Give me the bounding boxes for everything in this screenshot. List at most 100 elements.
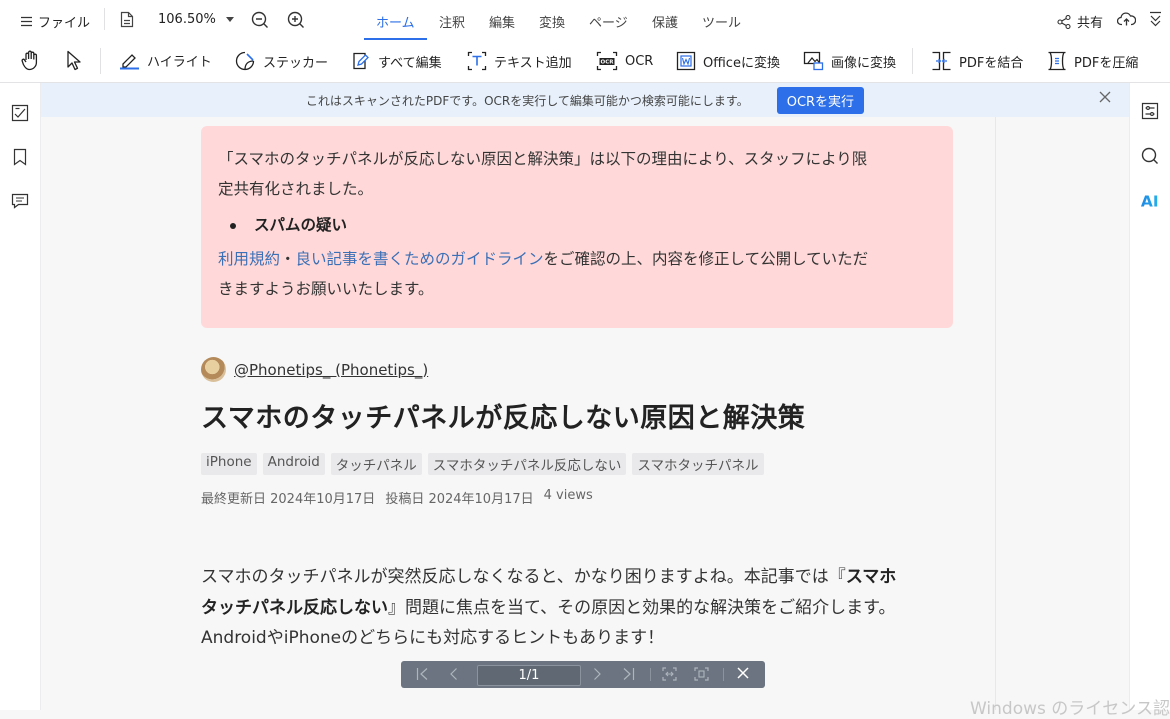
zoom-in-icon[interactable] [287, 11, 305, 29]
tag[interactable]: スマホタッチパネル反応しない [427, 453, 627, 475]
author-row: @Phonetips_ (Phonetips_) [201, 357, 428, 382]
image-icon [803, 51, 824, 71]
page-number-input[interactable]: 1/1 [477, 665, 581, 686]
ocr-icon: OCR [596, 51, 618, 71]
tab-annotate[interactable]: 注釈 [439, 12, 465, 35]
collapse-ribbon-icon[interactable] [1149, 11, 1162, 27]
previous-page-icon[interactable] [449, 667, 458, 685]
tab-home[interactable]: ホーム [364, 12, 427, 40]
add-text-icon [467, 51, 487, 71]
bookmark-icon[interactable] [10, 147, 30, 167]
page-icon[interactable] [120, 11, 134, 28]
body-emphasis: スマホ [845, 567, 897, 587]
posted-date: 投稿日 2024年10月17日 [385, 492, 534, 507]
comment-icon[interactable] [10, 191, 30, 211]
select-tool-icon[interactable] [66, 50, 82, 71]
cloud-upload-icon[interactable] [1117, 11, 1136, 27]
notice-line: きますようお願いいたします。 [218, 280, 434, 298]
tag[interactable]: Android [262, 453, 325, 475]
sticker-button[interactable]: ステッカー [235, 51, 328, 71]
add-text-label: テキスト追加 [494, 55, 572, 71]
share-button[interactable]: 共有 [1057, 12, 1103, 31]
hand-tool-icon[interactable] [21, 50, 41, 71]
terms-link[interactable]: 利用規約 [218, 250, 280, 268]
close-icon[interactable] [737, 667, 749, 683]
edit-document-icon [352, 51, 371, 71]
article-meta: 最終更新日 2024年10月17日 投稿日 2024年10月17日 4 view… [201, 488, 593, 507]
share-icon [1057, 14, 1071, 29]
run-ocr-button[interactable]: OCRを実行 [776, 86, 865, 114]
thumbnails-icon[interactable] [10, 103, 30, 123]
avatar[interactable] [201, 357, 226, 382]
tab-tools[interactable]: ツール [702, 12, 741, 35]
tab-edit[interactable]: 編集 [489, 12, 515, 35]
tag-list: iPhone Android タッチパネル スマホタッチパネル反応しない スマホ… [201, 453, 764, 475]
tag[interactable]: タッチパネル [330, 453, 422, 475]
search-icon[interactable] [1140, 146, 1160, 166]
left-sidebar [0, 83, 41, 710]
file-menu-label: ファイル [38, 16, 91, 31]
body-text: 』問題に焦点を当て、その原因と効果的な解決策をご紹介します。 [388, 597, 896, 618]
edit-all-button[interactable]: すべて編集 [352, 51, 442, 71]
edit-all-label: すべて編集 [378, 55, 442, 71]
notice-line: 「スマホのタッチパネルが反応しない原因と解決策」は以下の理由により、スタッフによ… [218, 150, 868, 168]
last-page-icon[interactable] [622, 667, 635, 685]
convert-to-image-button[interactable]: 画像に変換 [803, 51, 896, 71]
word-document-icon [676, 51, 696, 71]
merge-pdf-button[interactable]: PDFを結合 [931, 51, 1023, 71]
highlighter-icon [119, 51, 140, 70]
zoom-select[interactable]: 106.50% [158, 12, 234, 27]
compress-pdf-button[interactable]: PDFを圧縮 [1047, 51, 1138, 71]
body-text: スマホのタッチパネルが突然反応しなくなると、かなり困りますよね。本記事では『 [201, 567, 846, 587]
page-navigator: 1/1 [401, 661, 765, 688]
sticker-icon [235, 51, 256, 71]
ocr-button[interactable]: OCR OCR [596, 51, 653, 71]
restriction-notice: 「スマホのタッチパネルが反応しない原因と解決策」は以下の理由により、スタッフによ… [201, 126, 953, 328]
fit-page-icon[interactable] [694, 667, 709, 685]
close-icon[interactable] [1099, 91, 1111, 106]
merge-icon [931, 51, 952, 71]
properties-panel-icon[interactable] [1140, 101, 1160, 121]
notice-separator: ・ [280, 250, 296, 268]
divider [995, 117, 996, 710]
divider [104, 8, 105, 30]
svg-text:OCR: OCR [601, 60, 615, 66]
article-body: スマホのタッチパネルが突然反応しなくなると、かなり困りますよね。本記事では『スマ… [201, 562, 953, 654]
activation-watermark: Windows のライセンス認証 [970, 699, 1170, 719]
divider [100, 48, 101, 74]
tag[interactable]: スマホタッチパネル [632, 453, 764, 475]
sticker-label: ステッカー [263, 55, 329, 71]
author-link[interactable]: @Phonetips_ (Phonetips_) [234, 361, 428, 379]
view-count: 4 views [543, 488, 593, 503]
right-sidebar: AI [1129, 83, 1170, 710]
share-label: 共有 [1077, 16, 1104, 31]
highlight-label: ハイライト [147, 55, 212, 70]
chevron-down-icon [225, 17, 234, 22]
ai-assistant-icon[interactable]: AI [1140, 190, 1160, 210]
notice-line: 定共有化されました。 [218, 180, 374, 198]
tab-convert[interactable]: 変換 [539, 12, 565, 35]
hamburger-icon [20, 16, 33, 27]
banner-message: これはスキャンされたPDFです。OCRを実行して編集可能かつ検索可能にします。 [305, 93, 749, 108]
next-page-icon[interactable] [593, 667, 602, 685]
compress-pdf-label: PDFを圧縮 [1074, 55, 1139, 71]
convert-to-office-button[interactable]: Officeに変換 [676, 51, 780, 71]
highlight-button[interactable]: ハイライト [119, 51, 212, 70]
tag[interactable]: iPhone [201, 453, 257, 475]
tab-page[interactable]: ページ [589, 12, 628, 35]
notice-text: 「スマホのタッチパネルが反応しない原因と解決策」は以下の理由により、スタッフによ… [218, 144, 936, 204]
tab-protect[interactable]: 保護 [652, 12, 678, 35]
ribbon-toolbar: ハイライト ステッカー すべて編集 テキスト追加 OCR OCR Officeに… [0, 40, 1170, 83]
divider [723, 668, 724, 681]
guideline-link[interactable]: 良い記事を書くためのガイドライン [296, 250, 544, 268]
article-title: スマホのタッチパネルが反応しない原因と解決策 [201, 403, 806, 434]
ocr-label: OCR [625, 53, 654, 69]
convert-to-office-label: Officeに変換 [703, 55, 780, 71]
convert-to-image-label: 画像に変換 [831, 55, 897, 71]
svg-text:AI: AI [1141, 192, 1159, 209]
first-page-icon[interactable] [416, 667, 429, 685]
file-menu[interactable]: ファイル [20, 12, 90, 31]
zoom-out-icon[interactable] [251, 11, 269, 29]
add-text-button[interactable]: テキスト追加 [467, 51, 572, 71]
fit-width-icon[interactable] [662, 667, 677, 685]
